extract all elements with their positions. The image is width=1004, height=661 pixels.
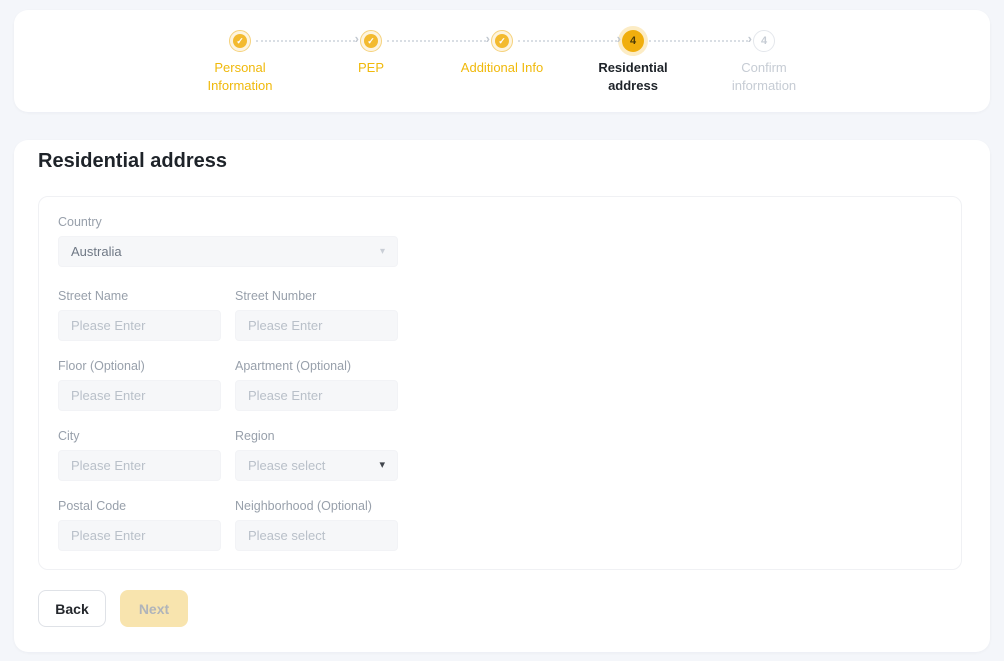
neighborhood-select[interactable]: Please select (235, 520, 398, 551)
step-label: Residential address (581, 59, 685, 95)
step-ring: ✓ (229, 30, 251, 52)
arrow-right-icon: › (355, 32, 359, 45)
apartment-input[interactable] (235, 380, 398, 411)
back-button[interactable]: Back (38, 590, 106, 627)
postal-code-input[interactable] (58, 520, 221, 551)
step-circle: ✓ (229, 30, 251, 52)
step-label: Personal Information (188, 59, 292, 95)
check-icon: ✓ (233, 34, 247, 48)
street-number-input[interactable] (235, 310, 398, 341)
stepper-connector: › (256, 40, 355, 42)
stepper-connector: › (518, 40, 617, 42)
field-country: Country Australia ▾ (58, 215, 398, 267)
step-label: PEP (358, 59, 384, 77)
apartment-label: Apartment (Optional) (235, 359, 398, 373)
field-floor: Floor (Optional) (58, 359, 221, 411)
chevron-down-icon: ▾ (379, 460, 385, 471)
field-neighborhood: Neighborhood (Optional) Please select (235, 499, 398, 551)
street-name-label: Street Name (58, 289, 221, 303)
floor-input[interactable] (58, 380, 221, 411)
arrow-right-icon: › (486, 32, 490, 45)
field-street-number: Street Number (235, 289, 398, 341)
region-placeholder: Please select (248, 458, 325, 473)
field-street-name: Street Name (58, 289, 221, 341)
step-circle: 4 (753, 30, 775, 52)
step-ring: ✓ (491, 30, 513, 52)
step-ring: ✓ (360, 30, 382, 52)
arrow-right-icon: › (748, 32, 752, 45)
floor-label: Floor (Optional) (58, 359, 221, 373)
check-icon: ✓ (364, 34, 378, 48)
step-circle: ✓ (360, 30, 382, 52)
stepper-connector: › (649, 40, 748, 42)
street-name-input[interactable] (58, 310, 221, 341)
chevron-down-icon: ▾ (380, 247, 385, 257)
region-select[interactable]: Please select ▾ (235, 450, 398, 481)
city-input[interactable] (58, 450, 221, 481)
stepper-card: ✓ Personal Information › ✓ PEP › ✓ (14, 10, 990, 112)
step-number-upcoming: 4 (753, 30, 775, 52)
stepper-step-confirm-information: › 4 Confirm information (699, 30, 830, 95)
address-fieldset: Country Australia ▾ Street Name Street N… (38, 196, 962, 570)
step-circle: 4 (622, 30, 644, 52)
neighborhood-placeholder: Please select (248, 528, 325, 543)
page-title: Residential address (38, 150, 227, 173)
neighborhood-label: Neighborhood (Optional) (235, 499, 398, 513)
region-label: Region (235, 429, 398, 443)
country-value: Australia (71, 244, 122, 259)
step-label: Additional Info (461, 59, 543, 77)
field-region: Region Please select ▾ (235, 429, 398, 481)
step-label: Confirm information (712, 59, 816, 95)
page: ✓ Personal Information › ✓ PEP › ✓ (0, 0, 1004, 661)
progress-stepper: ✓ Personal Information › ✓ PEP › ✓ (14, 10, 990, 95)
field-city: City (58, 429, 221, 481)
stepper-connector: › (387, 40, 486, 42)
check-icon: ✓ (495, 34, 509, 48)
country-select[interactable]: Australia ▾ (58, 236, 398, 267)
country-label: Country (58, 215, 398, 229)
arrow-right-icon: › (617, 32, 621, 45)
street-number-label: Street Number (235, 289, 398, 303)
step-number-active: 4 (622, 30, 644, 52)
city-label: City (58, 429, 221, 443)
postal-code-label: Postal Code (58, 499, 221, 513)
next-button[interactable]: Next (120, 590, 188, 627)
step-circle: ✓ (491, 30, 513, 52)
field-apartment: Apartment (Optional) (235, 359, 398, 411)
field-postal-code: Postal Code (58, 499, 221, 551)
